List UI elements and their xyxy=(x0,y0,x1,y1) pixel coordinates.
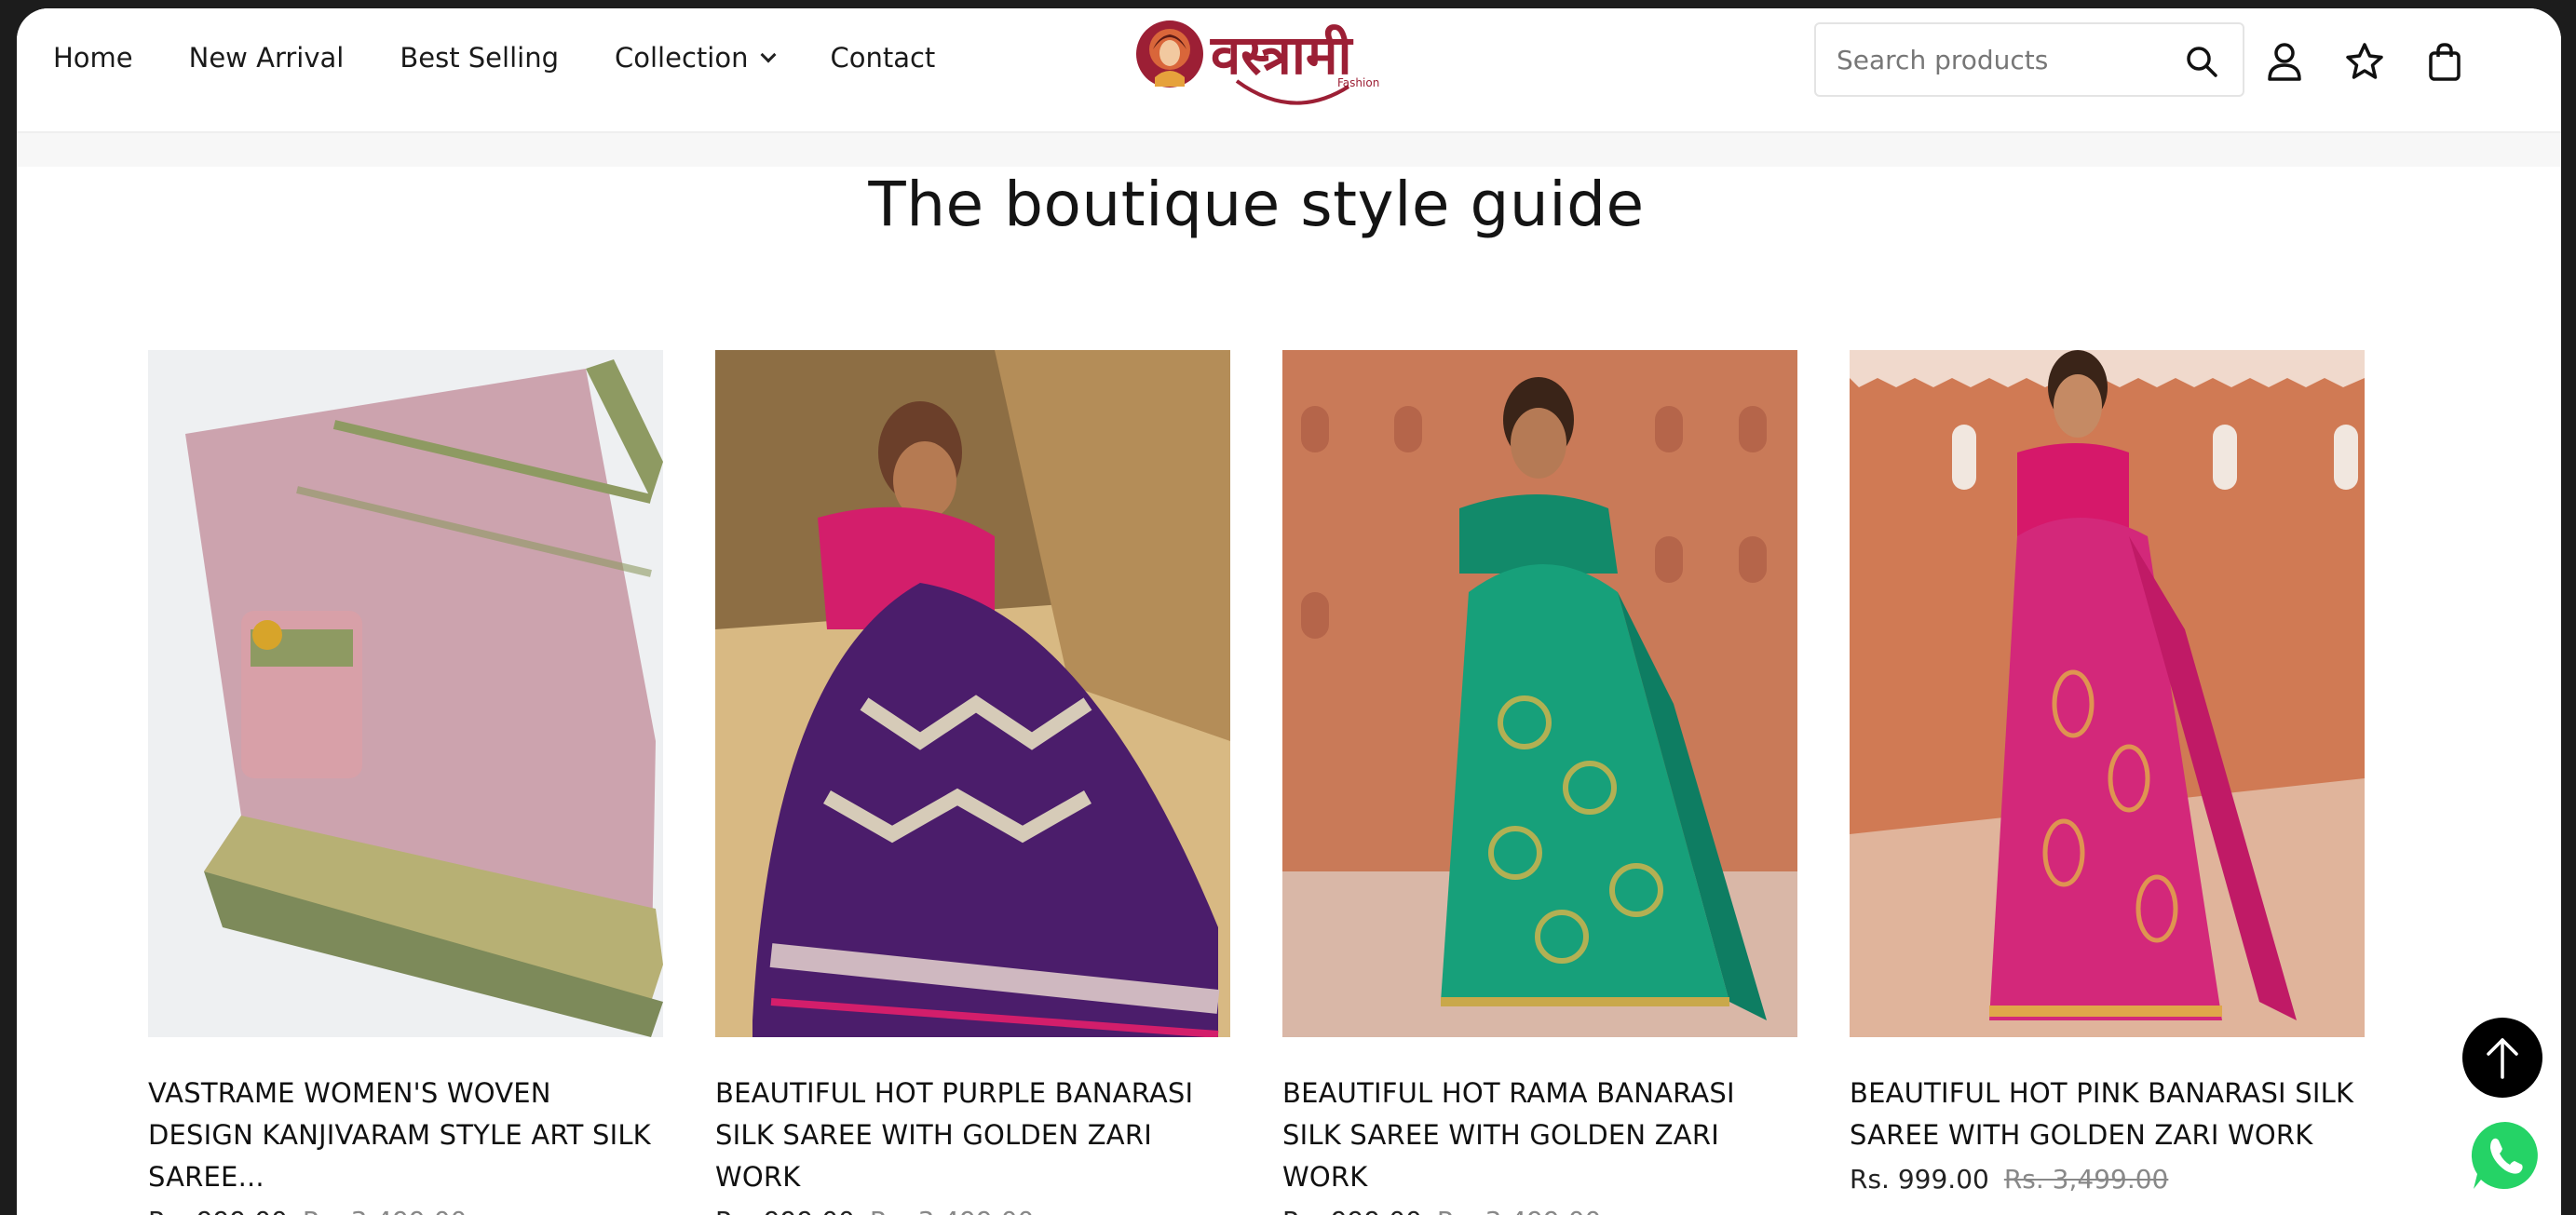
shopping-bag-icon[interactable] xyxy=(2423,40,2466,83)
product-price: Rs. 999.00 Rs. 3,499.00 xyxy=(715,1206,1230,1215)
product-card[interactable]: BEAUTIFUL HOT PINK BANARASI SILK SAREE W… xyxy=(1850,350,2365,1215)
whatsapp-chat-button[interactable] xyxy=(2468,1118,2542,1193)
product-image[interactable] xyxy=(1850,350,2365,1037)
product-image[interactable] xyxy=(715,350,1230,1037)
search-box xyxy=(1814,22,2244,97)
product-card[interactable]: BEAUTIFUL HOT PURPLE BANARASI SILK SAREE… xyxy=(715,350,1230,1215)
whatsapp-icon xyxy=(2471,1122,2538,1189)
product-image[interactable] xyxy=(148,350,663,1037)
header-divider-bar xyxy=(17,133,2561,167)
nav-new-arrival[interactable]: New Arrival xyxy=(189,42,345,74)
product-title[interactable]: BEAUTIFUL HOT PINK BANARASI SILK SAREE W… xyxy=(1850,1073,2365,1156)
sale-price: Rs. 999.00 xyxy=(1282,1206,1422,1215)
compare-price: Rs. 3,499.00 xyxy=(2003,1164,2169,1195)
search-icon[interactable] xyxy=(2183,43,2220,80)
product-price: Rs. 999.00 Rs. 3,499.00 xyxy=(1850,1164,2365,1195)
logo-emblem-icon xyxy=(1136,20,1203,88)
sale-price: Rs. 999.00 xyxy=(1850,1164,1989,1195)
nav-best-selling-label: Best Selling xyxy=(400,42,559,74)
sale-price: Rs. 999.00 xyxy=(715,1206,855,1215)
user-icon[interactable] xyxy=(2263,40,2306,83)
compare-price: Rs. 3,499.00 xyxy=(303,1206,468,1215)
nav-home-label: Home xyxy=(53,42,133,74)
chevron-down-icon xyxy=(760,47,777,63)
nav-contact-label: Contact xyxy=(830,42,936,74)
logo-wordmark: वस्त्रामी xyxy=(1210,23,1354,87)
product-title[interactable]: VASTRAME WOMEN'S WOVEN DESIGN KANJIVARAM… xyxy=(148,1073,663,1198)
compare-price: Rs. 3,499.00 xyxy=(870,1206,1035,1215)
product-title[interactable]: BEAUTIFUL HOT PURPLE BANARASI SILK SAREE… xyxy=(715,1073,1230,1198)
nav-home[interactable]: Home xyxy=(53,42,133,74)
product-title[interactable]: BEAUTIFUL HOT RAMA BANARASI SILK SAREE W… xyxy=(1282,1073,1797,1198)
site-header: Home New Arrival Best Selling Collection… xyxy=(17,8,2561,133)
nav-collection-label: Collection xyxy=(615,42,749,74)
product-grid: VASTRAME WOMEN'S WOVEN DESIGN KANJIVARAM… xyxy=(148,350,2365,1215)
arrow-up-icon xyxy=(2487,1038,2518,1079)
nav-new-arrival-label: New Arrival xyxy=(188,42,345,74)
nav-contact[interactable]: Contact xyxy=(830,42,935,74)
star-icon[interactable] xyxy=(2343,40,2386,83)
search-input[interactable] xyxy=(1837,44,2172,75)
brand-logo[interactable]: वस्त्रामी Fashion xyxy=(1134,12,1395,116)
product-image[interactable] xyxy=(1282,350,1797,1037)
product-card[interactable]: BEAUTIFUL HOT RAMA BANARASI SILK SAREE W… xyxy=(1282,350,1797,1215)
scroll-to-top-button[interactable] xyxy=(2462,1018,2542,1098)
browser-page: Home New Arrival Best Selling Collection… xyxy=(17,8,2561,1215)
main-nav: Home New Arrival Best Selling Collection… xyxy=(53,42,991,74)
product-price: Rs. 999.00 Rs. 3,499.00 xyxy=(1282,1206,1797,1215)
product-card[interactable]: VASTRAME WOMEN'S WOVEN DESIGN KANJIVARAM… xyxy=(148,350,663,1215)
product-price: Rs. 999.00 Rs. 3,499.00 xyxy=(148,1206,663,1215)
logo-subtext: Fashion xyxy=(1337,76,1379,89)
nav-best-selling[interactable]: Best Selling xyxy=(400,42,559,74)
nav-collection[interactable]: Collection xyxy=(615,42,777,74)
compare-price: Rs. 3,499.00 xyxy=(1437,1206,1602,1215)
sale-price: Rs. 999.00 xyxy=(148,1206,288,1215)
section-title: The boutique style guide xyxy=(868,169,1645,240)
